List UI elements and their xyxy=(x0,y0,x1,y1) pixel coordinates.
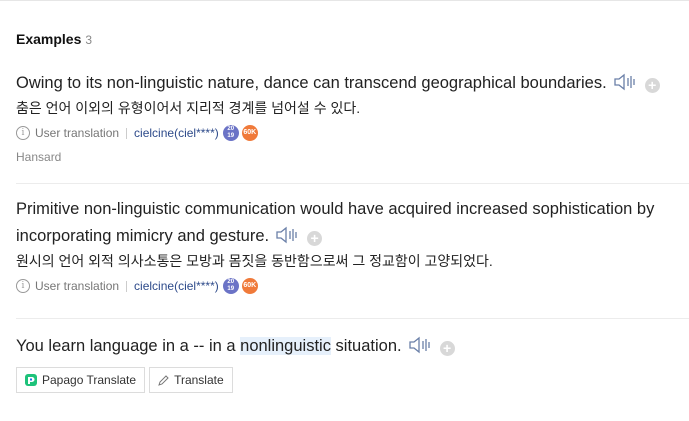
example-item: Primitive non-linguistic communication w… xyxy=(16,196,684,297)
example-divider xyxy=(16,183,689,184)
example-english-text: Primitive non-linguistic communication w… xyxy=(16,200,655,245)
speaker-icon[interactable] xyxy=(275,226,301,244)
pencil-icon xyxy=(158,374,169,386)
example-korean: 춤은 언어 이외의 유형이어서 지리적 경계를 넘어설 수 있다. xyxy=(16,100,361,116)
plus-icon[interactable]: + xyxy=(307,231,323,246)
info-icon[interactable]: i xyxy=(16,126,30,140)
count-badge: 60K xyxy=(241,278,258,294)
example-english: Owing to its non-linguistic nature, danc… xyxy=(16,70,684,97)
meta-separator xyxy=(126,280,128,292)
speaker-icon[interactable] xyxy=(613,73,639,91)
top-divider xyxy=(0,0,689,1)
translate-label: Translate xyxy=(174,373,224,387)
example-meta: i User translation cielcine(ciel****) 20… xyxy=(16,122,684,144)
example-english: You learn language in a -- in a nonlingu… xyxy=(16,333,684,360)
examples-count: 3 xyxy=(85,33,93,47)
year-badge: 20 19 xyxy=(222,125,239,141)
translation-type: User translation xyxy=(35,279,120,293)
user-link[interactable]: cielcine(ciel****) xyxy=(134,279,219,293)
meta-separator xyxy=(126,127,128,139)
translate-buttons: Papago Translate Translate xyxy=(16,367,237,393)
year-badge: 20 19 xyxy=(222,278,239,294)
papago-logo-icon xyxy=(25,374,37,386)
papago-translate-label: Papago Translate xyxy=(42,373,137,387)
highlighted-word: nonlinguistic xyxy=(240,337,331,355)
example-english-text: Owing to its non-linguistic nature, danc… xyxy=(16,74,607,92)
plus-icon[interactable]: + xyxy=(439,341,455,356)
plus-icon[interactable]: + xyxy=(644,78,660,93)
papago-translate-button[interactable]: Papago Translate xyxy=(16,367,146,393)
count-badge: 60K xyxy=(241,125,258,141)
info-icon[interactable]: i xyxy=(16,279,30,293)
example-item: Owing to its non-linguistic nature, danc… xyxy=(16,70,684,164)
examples-header: Examples 3 xyxy=(16,31,92,47)
example-korean: 원시의 언어 외적 의사소통은 모방과 몸짓을 동반함으로써 그 정교함이 고양… xyxy=(16,253,493,269)
user-link[interactable]: cielcine(ciel****) xyxy=(134,126,219,140)
translation-type: User translation xyxy=(35,126,120,140)
example-english: Primitive non-linguistic communication w… xyxy=(16,196,684,250)
translate-button[interactable]: Translate xyxy=(149,367,233,393)
example-meta: i User translation cielcine(ciel****) 20… xyxy=(16,275,684,297)
example-divider xyxy=(16,318,689,319)
example-item: You learn language in a -- in a nonlingu… xyxy=(16,333,684,360)
example-source: Hansard xyxy=(16,150,62,164)
speaker-icon[interactable] xyxy=(408,336,434,354)
examples-title: Examples xyxy=(16,31,82,47)
